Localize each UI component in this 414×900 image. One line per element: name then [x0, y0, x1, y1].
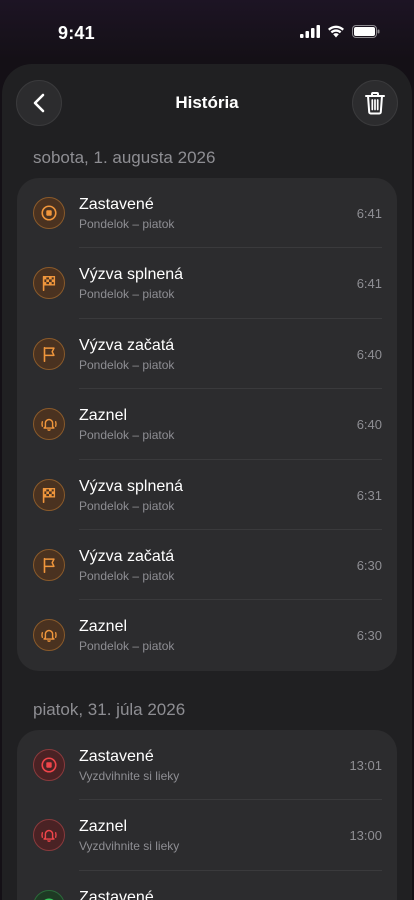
delete-history-button[interactable] — [352, 80, 398, 126]
row-subtitle: Pondelok – piatok — [79, 568, 175, 583]
row-title: Výzva začatá — [79, 336, 175, 354]
history-row[interactable]: Zaznel Vyzdvihnite si lieky 13:00 — [17, 800, 397, 871]
row-title: Zastavené — [79, 888, 154, 900]
history-row[interactable]: Výzva splnená Pondelok – piatok 6:31 — [17, 460, 397, 530]
status-time: 9:41 — [58, 23, 95, 43]
row-subtitle: Pondelok – piatok — [79, 217, 175, 231]
history-row[interactable]: Výzva začatá Pondelok – piatok 6:40 — [17, 319, 397, 390]
signal-icon — [300, 25, 320, 38]
history-sheet: História sobota, 1. augusta 2026 Zastaven… — [2, 64, 412, 900]
row-title: Zaznel — [79, 618, 128, 636]
row-subtitle: Pondelok – piatok — [79, 287, 175, 302]
status-icons — [300, 25, 380, 38]
row-time: 6:41 — [356, 276, 382, 292]
checkered-flag-icon — [33, 478, 65, 511]
row-title: Výzva začatá — [79, 547, 175, 565]
row-title: Zaznel — [79, 407, 128, 425]
row-subtitle: Vyzdvihnite si lieky — [79, 769, 180, 783]
ringing-bell-icon — [33, 819, 65, 852]
history-row[interactable]: Zastavené — [17, 871, 397, 900]
battery-icon — [352, 25, 380, 38]
section-date-header: sobota, 1. augusta 2026 — [33, 148, 216, 167]
history-row[interactable]: Výzva začatá Pondelok – piatok 6:30 — [17, 530, 397, 601]
stop-icon — [33, 889, 65, 900]
row-time: 6:41 — [356, 206, 382, 221]
row-title: Zastavené — [79, 748, 154, 765]
row-time: 6:40 — [356, 417, 382, 433]
ringing-bell-icon — [33, 619, 65, 652]
row-title: Zaznel — [79, 818, 128, 836]
history-row[interactable]: Zastavené Vyzdvihnite si lieky 13:01 — [17, 730, 397, 801]
flag-icon — [33, 337, 65, 370]
checkered-flag-icon — [33, 267, 65, 300]
row-title: Zastavené — [79, 196, 154, 213]
row-title: Výzva splnená — [79, 477, 184, 495]
row-time: 6:30 — [356, 628, 382, 644]
history-screen: 9:41 História sobota, 1. augusta 2026 Za… — [0, 0, 414, 900]
row-time: 6:30 — [356, 557, 382, 573]
ringing-bell-icon — [33, 408, 65, 441]
row-time: 13:01 — [349, 758, 382, 773]
row-subtitle: Pondelok – piatok — [79, 639, 175, 654]
history-card: Zastavené Pondelok – piatok 6:41 Výzva spln… — [17, 178, 397, 671]
stop-icon — [33, 749, 65, 781]
row-time: 13:00 — [349, 828, 382, 844]
row-subtitle: Pondelok – piatok — [79, 357, 175, 372]
row-time: 6:40 — [356, 346, 382, 362]
row-subtitle: Vyzdvihnite si lieky — [79, 839, 180, 854]
history-row[interactable]: Zastavené Pondelok – piatok 6:41 — [17, 178, 397, 249]
row-time: 6:31 — [356, 487, 382, 503]
history-row[interactable]: Zaznel Pondelok – piatok 6:40 — [17, 389, 397, 460]
stop-icon — [33, 197, 65, 229]
row-subtitle: Pondelok – piatok — [79, 428, 175, 443]
wifi-icon — [328, 25, 344, 38]
section-date-header: piatok, 31. júla 2026 — [33, 700, 186, 719]
history-row[interactable]: Zaznel Pondelok – piatok 6:30 — [17, 600, 397, 670]
page-title: História — [175, 93, 239, 112]
flag-icon — [33, 548, 65, 581]
trash-icon — [365, 92, 385, 115]
history-row[interactable]: Výzva splnená Pondelok – piatok 6:41 — [17, 248, 397, 319]
history-card: Zastavené Vyzdvihnite si lieky 13:01 Zaznel… — [17, 730, 397, 900]
row-subtitle: Pondelok – piatok — [79, 498, 175, 513]
status-bar: 9:41 — [0, 0, 414, 64]
row-title: Výzva splnená — [79, 266, 184, 284]
